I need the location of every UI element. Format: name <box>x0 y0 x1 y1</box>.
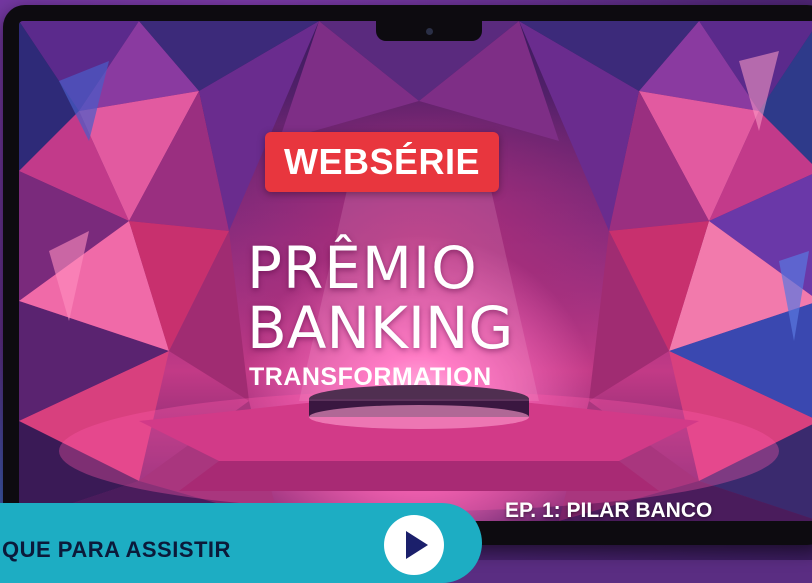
laptop-frame: WEBSÉRIE PRÊMIO BANKING TRANSFORMATION E… <box>3 5 812 545</box>
camera-notch <box>376 21 482 41</box>
laptop-screen: WEBSÉRIE PRÊMIO BANKING TRANSFORMATION E… <box>19 21 812 521</box>
webserie-badge: WEBSÉRIE <box>265 132 499 192</box>
play-icon[interactable] <box>384 515 444 575</box>
watch-cta-label[interactable]: QUE PARA ASSISTIR <box>2 537 231 563</box>
title-line-premio: PRÊMIO <box>247 234 478 302</box>
title-subtitle-transformation: TRANSFORMATION <box>249 363 492 391</box>
webserie-badge-label: WEBSÉRIE <box>283 141 481 182</box>
watch-cta-button[interactable]: QUE PARA ASSISTIR <box>0 503 482 583</box>
title-line-banking: BANKING <box>247 294 514 362</box>
camera-icon <box>426 28 433 35</box>
episode-label: EP. 1: PILAR BANCO <box>505 499 713 521</box>
